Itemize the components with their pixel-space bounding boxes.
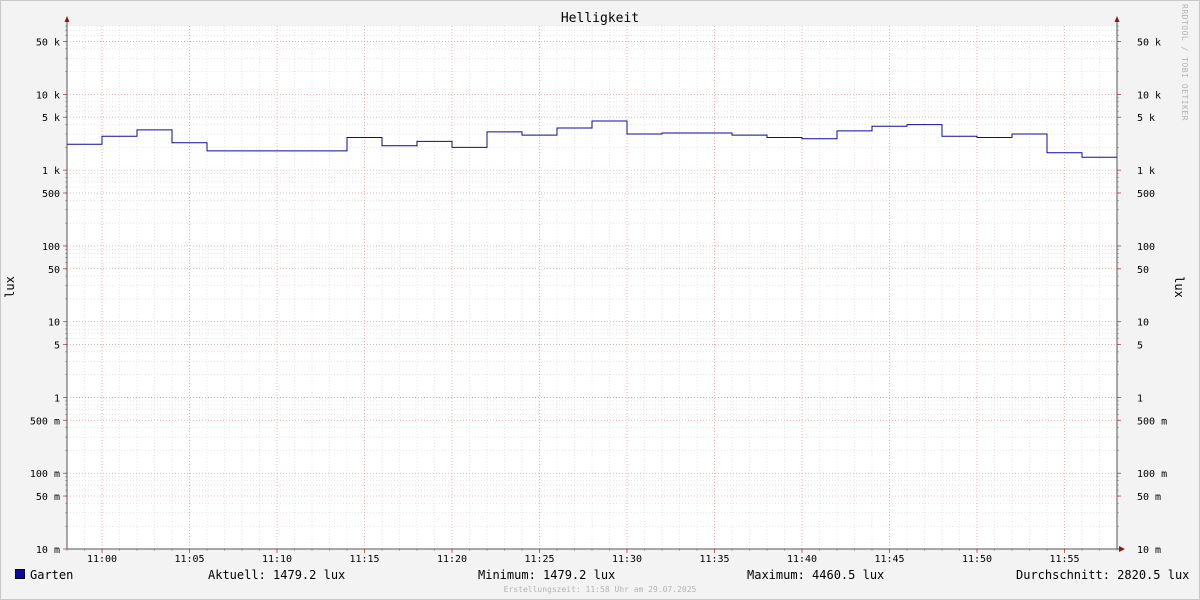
- y-axis-label-left: lux: [3, 276, 17, 298]
- y-tick-label-right: 50: [1137, 265, 1149, 276]
- y-tick-label-right: 10 m: [1137, 545, 1161, 556]
- legend-color-swatch: [15, 569, 25, 579]
- x-tick-label: 11:45: [874, 554, 904, 565]
- legend-series-name: Garten: [30, 568, 74, 582]
- y-tick-label-right: 1: [1137, 393, 1143, 404]
- x-tick-label: 11:20: [437, 554, 467, 565]
- brightness-chart: 50 k 50 k 10 k 10 k 5 k 5 k 1 k 1 k 500 500 100 100…: [30, 16, 1167, 565]
- y-tick-label-left: 10 m: [36, 545, 60, 556]
- y-tick-label-right: 500: [1137, 189, 1155, 200]
- x-tick-label: 11:10: [262, 554, 292, 565]
- y-tick-label-left: 1 k: [42, 166, 60, 177]
- chart-title: Helligkeit: [560, 11, 640, 26]
- legend-minimum: Minimum: 1479.2 lux: [478, 568, 616, 582]
- y-tick-label-right: 10: [1137, 318, 1149, 329]
- legend-current: Aktuell: 1479.2 lux: [208, 568, 346, 582]
- y-tick-label-left: 10 k: [36, 90, 60, 101]
- y-tick-label-left: 100: [42, 242, 60, 253]
- creation-time: Erstellungszeit: 11:58 Uhr am 29.07.2025: [503, 585, 697, 594]
- y-tick-label-left: 500: [42, 189, 60, 200]
- legend-average: Durchschnitt: 2820.5 lux: [1016, 568, 1190, 582]
- x-tick-label: 11:05: [174, 554, 204, 565]
- legend-maximum: Maximum: 4460.5 lux: [747, 568, 885, 582]
- x-axis-arrow: [1119, 546, 1125, 552]
- y-tick-label-left: 50 k: [36, 37, 60, 48]
- y-tick-label-left: 5: [54, 341, 60, 352]
- y-tick-label-right: 1 k: [1137, 166, 1155, 177]
- y-tick-label-right: 10 k: [1137, 90, 1161, 101]
- x-tick-label: 11:40: [787, 554, 817, 565]
- x-tick-label: 11:35: [699, 554, 729, 565]
- y-tick-label-left: 50: [48, 265, 60, 276]
- x-tick-label: 11:50: [962, 554, 992, 565]
- rrdtool-watermark: RRDTOOL / TOBI OETIKER: [1180, 4, 1189, 121]
- y-tick-label-left: 50 m: [36, 492, 60, 503]
- y-tick-label-right: 5 k: [1137, 113, 1155, 124]
- x-tick-label: 11:30: [612, 554, 642, 565]
- y-tick-label-left: 5 k: [42, 113, 60, 124]
- y-tick-label-left: 500 m: [30, 416, 60, 427]
- y-tick-label-right: 50 m: [1137, 492, 1161, 503]
- y-tick-label-right: 500 m: [1137, 416, 1167, 427]
- x-tick-label: 11:55: [1049, 554, 1079, 565]
- y-tick-label-right: 5: [1137, 341, 1143, 352]
- legend: Garten Aktuell: 1479.2 lux Minimum: 1479…: [0, 568, 1200, 584]
- x-tick-label: 11:15: [349, 554, 379, 565]
- y-tick-label-left: 1: [54, 393, 60, 404]
- y-tick-label-left: 100 m: [30, 469, 60, 480]
- y-axis-label-right: lux: [1172, 276, 1186, 298]
- y-tick-label-right: 50 k: [1137, 37, 1161, 48]
- y-tick-label-left: 10: [48, 318, 60, 329]
- y-tick-label-right: 100: [1137, 242, 1155, 253]
- y-tick-label-right: 100 m: [1137, 469, 1167, 480]
- x-tick-label: 11:25: [524, 554, 554, 565]
- x-tick-label: 11:00: [87, 554, 117, 565]
